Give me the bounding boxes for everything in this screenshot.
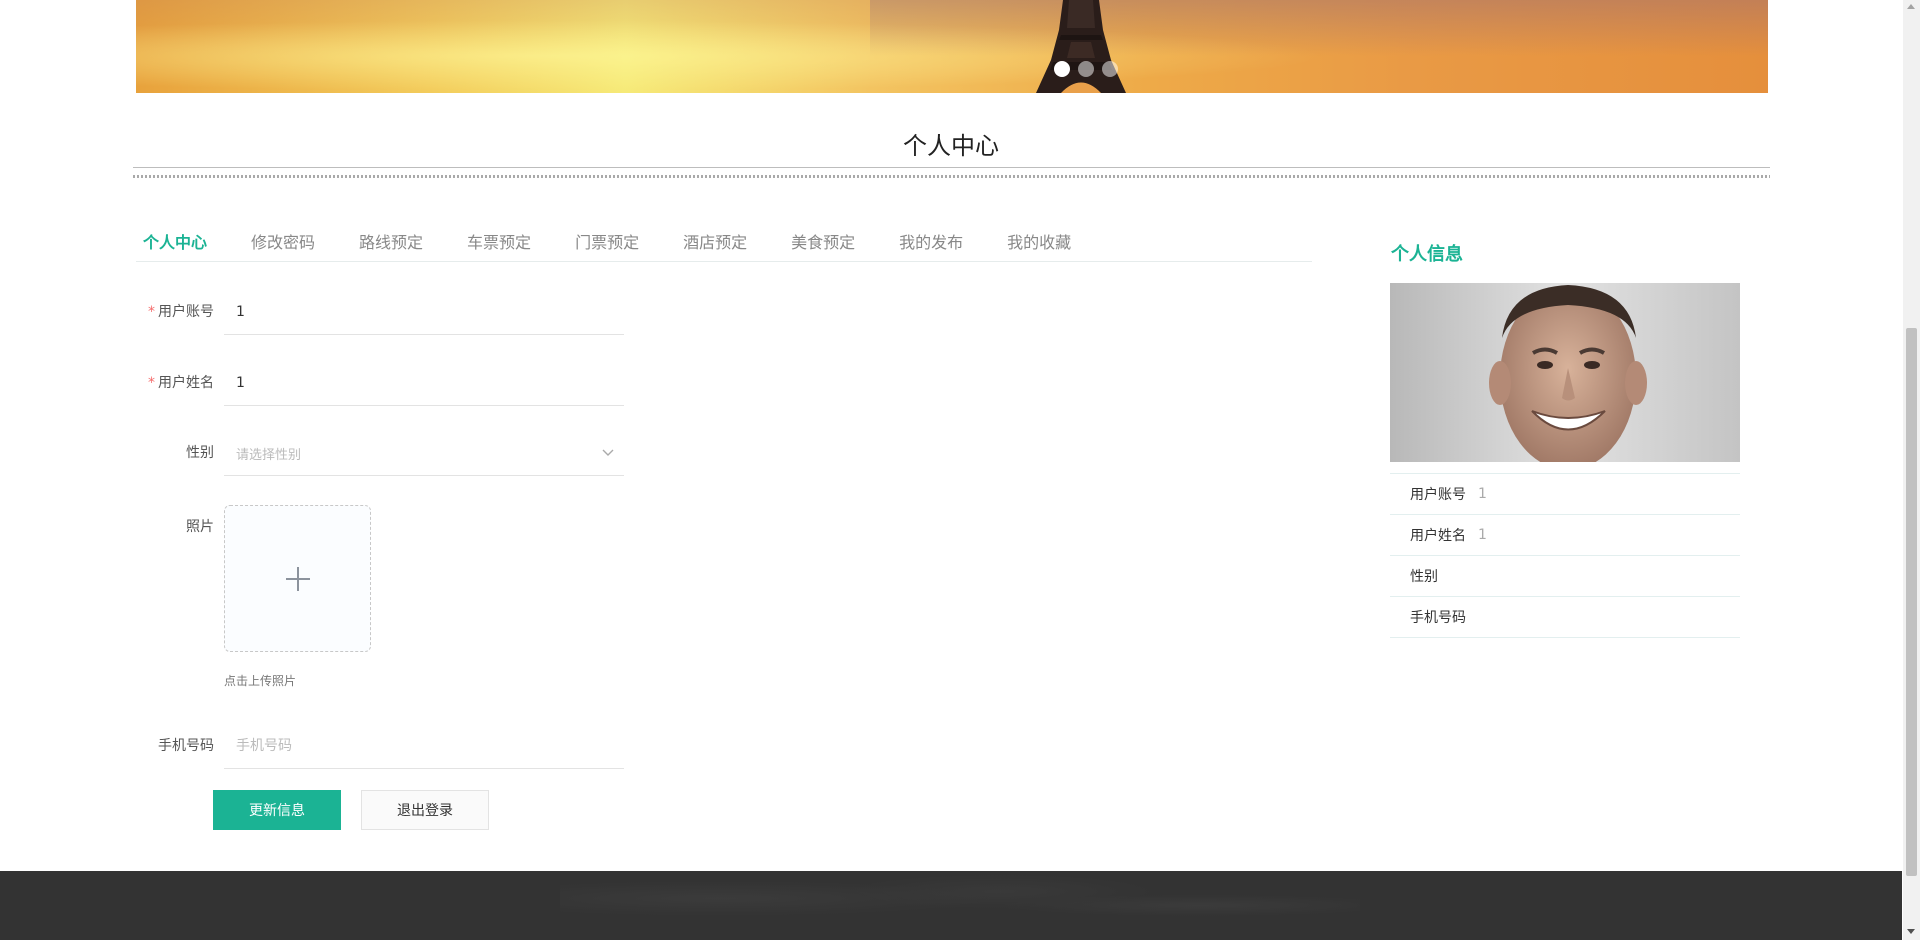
account-input[interactable] xyxy=(224,289,624,335)
scroll-up-arrow-icon[interactable] xyxy=(1907,4,1915,9)
avatar-image xyxy=(1390,283,1740,462)
form-row-gender: 性别 请选择性别 xyxy=(136,430,626,476)
info-item-phone: 手机号码 xyxy=(1390,597,1740,638)
plus-icon xyxy=(285,566,310,591)
tab-change-password[interactable]: 修改密码 xyxy=(244,224,322,261)
tab-my-favorites[interactable]: 我的收藏 xyxy=(1000,224,1078,261)
photo-upload-tip: 点击上传照片 xyxy=(224,674,297,688)
eiffel-tower-image xyxy=(1036,0,1126,93)
info-key: 手机号码 xyxy=(1410,610,1466,626)
scroll-thumb[interactable] xyxy=(1906,328,1917,876)
footer-world-map xyxy=(560,871,1360,940)
tab-admission-booking[interactable]: 门票预定 xyxy=(568,224,646,261)
banner-carousel[interactable] xyxy=(136,0,1768,93)
page-title: 个人中心 xyxy=(903,132,999,160)
info-key: 性别 xyxy=(1410,569,1438,585)
name-input[interactable] xyxy=(224,360,624,406)
profile-tabs: 个人中心 修改密码 路线预定 车票预定 门票预定 酒店预定 美食预定 我的发布 … xyxy=(136,224,1312,262)
required-mark: * xyxy=(148,375,155,391)
gender-select[interactable]: 请选择性别 xyxy=(224,430,624,476)
page: 个人中心 个人中心 修改密码 路线预定 车票预定 门票预定 酒店预定 美食预定 … xyxy=(0,0,1920,940)
name-label: * 用户姓名 xyxy=(148,375,214,391)
phone-input[interactable] xyxy=(224,723,624,769)
gender-label: 性别 xyxy=(186,445,214,461)
info-key: 用户账号 xyxy=(1410,487,1466,503)
personal-info-title: 个人信息 xyxy=(1391,244,1463,265)
account-label: * 用户账号 xyxy=(148,304,214,320)
update-info-button[interactable]: 更新信息 xyxy=(213,790,341,830)
tab-hotel-booking[interactable]: 酒店预定 xyxy=(676,224,754,261)
tab-route-booking[interactable]: 路线预定 xyxy=(352,224,430,261)
page-scrollbar[interactable] xyxy=(1903,0,1920,940)
scroll-down-arrow-icon[interactable] xyxy=(1907,929,1915,934)
info-item-name: 用户姓名 1 xyxy=(1390,515,1740,556)
form-row-phone: 手机号码 xyxy=(136,723,626,769)
carousel-dot-2[interactable] xyxy=(1078,61,1094,77)
logout-button[interactable]: 退出登录 xyxy=(361,790,489,830)
info-value: 1 xyxy=(1478,486,1487,502)
carousel-dot-3[interactable] xyxy=(1102,61,1118,77)
info-item-account: 用户账号 1 xyxy=(1390,474,1740,515)
form-row-account: * 用户账号 xyxy=(136,289,626,335)
photo-label: 照片 xyxy=(186,519,214,535)
photo-upload[interactable] xyxy=(224,505,371,652)
required-mark: * xyxy=(148,304,155,320)
phone-label: 手机号码 xyxy=(158,738,214,754)
gender-select-placeholder: 请选择性别 xyxy=(236,448,302,463)
avatar xyxy=(1390,283,1740,462)
info-item-gender: 性别 xyxy=(1390,556,1740,597)
tab-food-booking[interactable]: 美食预定 xyxy=(784,224,862,261)
title-divider xyxy=(133,167,1770,179)
tab-ticket-booking[interactable]: 车票预定 xyxy=(460,224,538,261)
tab-profile[interactable]: 个人中心 xyxy=(136,224,214,261)
chevron-down-icon xyxy=(602,449,614,456)
info-value: 1 xyxy=(1478,527,1487,543)
personal-info-list: 用户账号 1 用户姓名 1 性别 手机号码 xyxy=(1390,473,1740,638)
carousel-dot-1[interactable] xyxy=(1054,61,1070,77)
footer xyxy=(0,871,1902,940)
tab-my-posts[interactable]: 我的发布 xyxy=(892,224,970,261)
info-key: 用户姓名 xyxy=(1410,528,1466,544)
carousel-indicators xyxy=(1054,61,1118,77)
form-row-name: * 用户姓名 xyxy=(136,360,626,406)
